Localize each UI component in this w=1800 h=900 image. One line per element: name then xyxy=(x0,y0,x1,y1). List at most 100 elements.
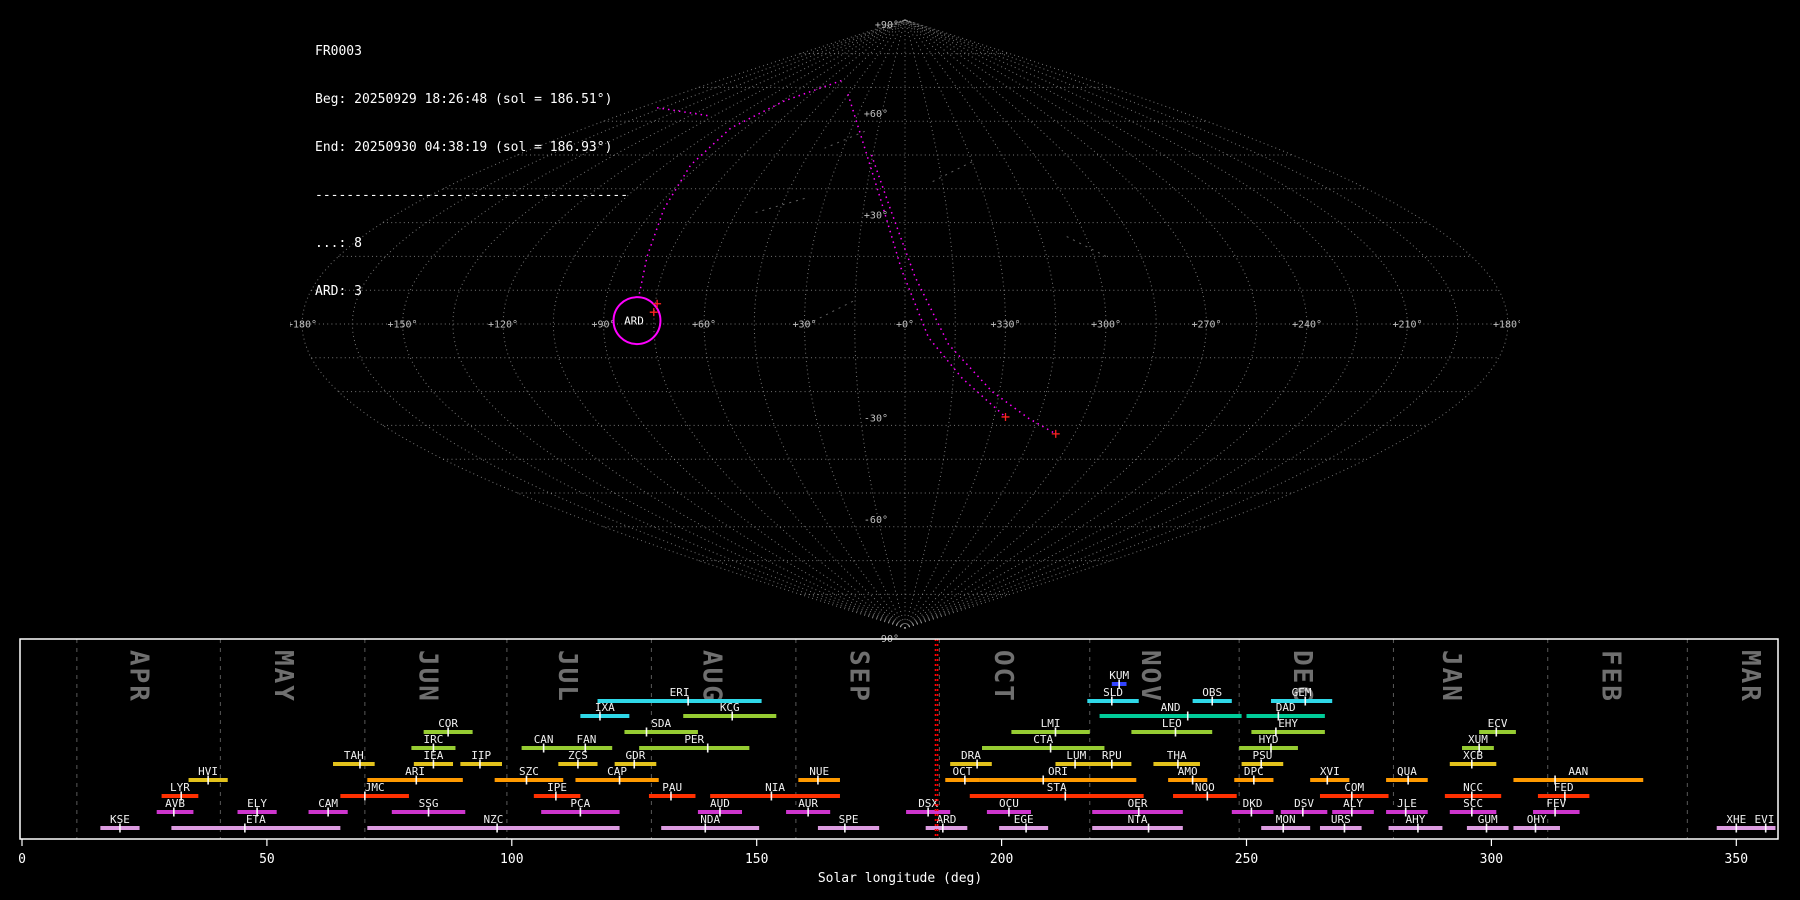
shower-activity-bar xyxy=(1231,810,1274,814)
axis-tick-label: 250 xyxy=(1235,852,1258,867)
shower-code-label: FEV xyxy=(1546,797,1566,810)
latitude-label: +90° xyxy=(875,20,899,31)
shower-code-label: IXA xyxy=(595,701,615,714)
shower-code-label: AUR xyxy=(798,797,818,810)
shower-code-label: ETA xyxy=(246,813,266,826)
axis-tick-label: 200 xyxy=(990,852,1013,867)
longitude-label: +240° xyxy=(1292,320,1322,331)
shower-activity-bar xyxy=(1261,826,1311,830)
shower-code-label: IIP xyxy=(471,749,491,762)
grid-meridian xyxy=(602,19,906,629)
month-label: JUL xyxy=(552,650,582,703)
shower-code-label: ARD xyxy=(937,813,957,826)
shower-activity-bar xyxy=(1131,730,1213,734)
shower-code-label: MON xyxy=(1276,813,1296,826)
shower-code-label: PAU xyxy=(662,781,682,794)
shower-code-label: OCU xyxy=(999,797,1019,810)
meteor-end-marker xyxy=(1051,429,1060,438)
meteor-track-sporadic xyxy=(1065,235,1107,257)
shower-code-label: GUM xyxy=(1478,813,1498,826)
shower-code-label: NIA xyxy=(765,781,785,794)
shower-code-label: XCB xyxy=(1463,749,1483,762)
shower-code-label: ECV xyxy=(1488,717,1508,730)
latitude-label: +30° xyxy=(864,211,888,222)
axis-tick-label: 150 xyxy=(745,852,768,867)
shower-peak-marker xyxy=(1147,823,1150,833)
shower-activity-bar xyxy=(1173,794,1237,798)
month-label: APR xyxy=(124,650,154,703)
shower-code-label: AUD xyxy=(710,797,730,810)
shower-code-label: HVI xyxy=(198,765,218,778)
shower-activity-bar xyxy=(333,762,375,766)
shower-code-label: URS xyxy=(1331,813,1351,826)
shower-peak-marker xyxy=(1186,711,1189,721)
shower-code-label: NCC xyxy=(1463,781,1483,794)
shower-activity-bar xyxy=(460,762,503,766)
shower-activity-bar xyxy=(340,794,409,798)
shower-activity-bar xyxy=(661,826,760,830)
axis-tick-label: 350 xyxy=(1725,852,1748,867)
shower-code-label: OBS xyxy=(1202,686,1222,699)
shower-code-label: DPC xyxy=(1244,765,1264,778)
shower-activity-bar xyxy=(171,826,341,830)
shower-code-label: OER xyxy=(1128,797,1148,810)
shower-code-label: NOO xyxy=(1195,781,1215,794)
shower-code-label: AMO xyxy=(1178,765,1198,778)
shower-code-label: XVI xyxy=(1320,765,1340,778)
station-id: FR0003 xyxy=(315,44,362,59)
shower-code-label: SCC xyxy=(1463,797,1483,810)
shower-code-label: ORI xyxy=(1048,765,1068,778)
shower-activity-bar xyxy=(648,794,696,798)
shower-activity-bar xyxy=(1753,826,1776,830)
count-other: ...: 8 xyxy=(315,236,362,251)
longitude-label: +0° xyxy=(896,320,914,331)
shower-activity-bar xyxy=(1087,699,1139,703)
meteor-track-sporadic xyxy=(931,161,973,183)
shower-code-label: EGE xyxy=(1014,813,1034,826)
shower-activity-bar xyxy=(683,714,777,718)
grid-meridian xyxy=(904,19,1208,629)
shower-code-label: SPE xyxy=(839,813,859,826)
shower-code-label: EHY xyxy=(1278,717,1298,730)
shower-activity-bar xyxy=(156,810,194,814)
longitude-label: +210° xyxy=(1392,320,1422,331)
shower-code-label: JMC xyxy=(365,781,385,794)
shower-code-label: ALY xyxy=(1343,797,1363,810)
shower-activity-bar xyxy=(945,778,980,782)
shower-code-label: ARI xyxy=(405,765,425,778)
axis-tick-label: 100 xyxy=(500,852,523,867)
shower-activity-bar xyxy=(969,794,1144,798)
meteor-track-shower xyxy=(637,79,842,298)
shower-activity-bar xyxy=(817,826,880,830)
shower-code-label: XHE xyxy=(1726,813,1746,826)
shower-code-label: CAP xyxy=(607,765,627,778)
month-label: AUG xyxy=(697,650,727,703)
grid-meridian xyxy=(904,19,1409,629)
shower-activity-bar xyxy=(999,826,1049,830)
shower-activity-bar xyxy=(580,714,630,718)
longitude-label: +330° xyxy=(990,320,1020,331)
shower-code-label: SLD xyxy=(1103,686,1123,699)
shower-activity-bar xyxy=(1388,826,1443,830)
longitude-label: +60° xyxy=(692,320,716,331)
month-label: MAR xyxy=(1735,650,1765,703)
end-time: End: 20250930 04:38:19 (sol = 186.93°) xyxy=(315,140,613,155)
shower-code-label: FED xyxy=(1554,781,1574,794)
shower-code-label: IPE xyxy=(547,781,567,794)
observation-header: FR0003 Beg: 20250929 18:26:48 (sol = 186… xyxy=(315,12,628,332)
shower-code-label: STA xyxy=(1047,781,1067,794)
shower-activity-timeline: APR MAY JUN JUL AUG SEP OCT NOV DEC JAN FEB MARKUME… xyxy=(18,638,1779,886)
shower-activity-bar xyxy=(1513,778,1644,782)
shower-code-label: CAN xyxy=(534,733,554,746)
meteor-track-sporadic xyxy=(824,130,865,149)
shower-code-label: HYD xyxy=(1259,733,1279,746)
shower-activity-bar xyxy=(798,778,840,782)
shower-code-label: KUM xyxy=(1109,669,1129,682)
shower-code-label: TAH xyxy=(344,749,364,762)
meteor-track-shower xyxy=(656,106,711,117)
month-label: OCT xyxy=(988,650,1018,703)
shower-activity-bar xyxy=(367,826,620,830)
begin-time: Beg: 20250929 18:26:48 (sol = 186.51°) xyxy=(315,92,613,107)
meteor-track-shower xyxy=(847,93,1006,418)
grid-meridian xyxy=(904,19,1459,629)
